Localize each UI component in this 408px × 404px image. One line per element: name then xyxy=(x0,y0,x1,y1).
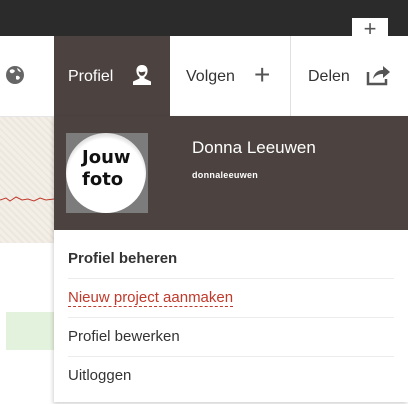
menu-item-new-project-label: Nieuw project aanmaken xyxy=(68,289,234,307)
menu-item-manage-profile[interactable]: Profiel beheren xyxy=(68,240,394,279)
user-icon xyxy=(130,63,154,87)
plus-icon: + xyxy=(254,59,271,90)
nav-follow-tab[interactable]: Volgen + xyxy=(172,36,291,116)
globe-icon[interactable] xyxy=(4,64,26,86)
nav-follow-label: Volgen xyxy=(186,68,235,85)
background-page-panel xyxy=(6,312,54,350)
nav-profile-tab[interactable]: Profiel xyxy=(54,36,170,116)
menu-item-new-project[interactable]: Nieuw project aanmaken xyxy=(68,279,394,318)
avatar-text-line1: Jouw xyxy=(82,147,131,168)
nav-profile-label: Profiel xyxy=(68,68,114,85)
profile-name: Donna Leeuwen xyxy=(192,138,316,157)
profile-dropdown-menu: Jouw foto Donna Leeuwen donnaleeuwen Pro… xyxy=(54,116,408,402)
avatar[interactable]: Jouw foto xyxy=(66,133,148,213)
top-bar: + xyxy=(0,0,408,40)
profile-username: donnaleeuwen xyxy=(192,170,259,180)
profile-header: Jouw foto Donna Leeuwen donnaleeuwen xyxy=(54,116,408,230)
menu-item-edit-profile[interactable]: Profiel bewerken xyxy=(68,318,394,357)
share-icon xyxy=(366,64,392,86)
avatar-text-line2: foto xyxy=(82,169,124,190)
avatar-placeholder-text: Jouw foto xyxy=(82,147,142,191)
menu-item-logout[interactable]: Uitloggen xyxy=(68,357,394,395)
nav-share-label: Delen xyxy=(308,68,350,85)
navigation-bar: Profiel Volgen + Delen xyxy=(0,36,408,117)
nav-share-tab[interactable]: Delen xyxy=(292,36,408,116)
background-page-line xyxy=(0,196,54,202)
